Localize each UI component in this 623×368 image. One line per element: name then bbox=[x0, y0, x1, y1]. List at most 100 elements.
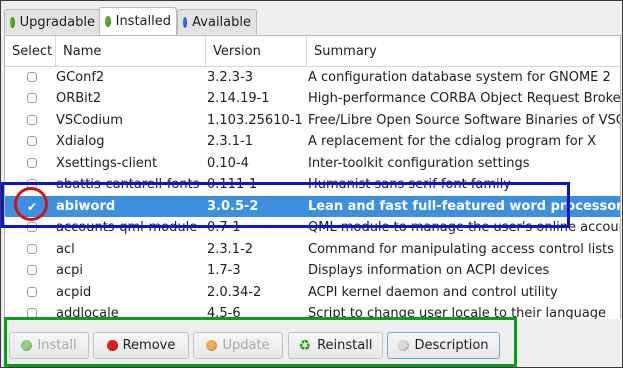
table-row[interactable]: addlocale 4.5-6 Script to change user loca… bbox=[5, 303, 620, 320]
package-name: abattis-cantarell-fonts bbox=[56, 177, 200, 192]
checkmark-icon[interactable]: ✔ bbox=[27, 201, 37, 213]
column-header-version[interactable]: Version bbox=[206, 36, 307, 66]
package-version: 1.7-3 bbox=[207, 263, 241, 278]
table-row[interactable]: ORBit2 2.14.19-1 High-performance CORBA Ob… bbox=[5, 88, 620, 110]
package-summary: Displays information on ACPI devices bbox=[308, 263, 550, 278]
select-cell bbox=[5, 239, 55, 261]
package-summary: A replacement for the cdialog program fo… bbox=[308, 134, 597, 149]
package-name: VSCodium bbox=[56, 112, 123, 128]
orange-dot-icon bbox=[206, 340, 218, 351]
update-label: Update bbox=[222, 338, 270, 353]
table-header: Select Name Version Summary bbox=[5, 36, 620, 67]
package-summary: Humanist sans serif font family bbox=[308, 177, 511, 192]
package-summary: High-performance CORBA Object Request Br… bbox=[308, 91, 620, 106]
green-dot-icon bbox=[21, 340, 33, 351]
tab-upgradable[interactable]: Upgradable bbox=[4, 9, 101, 34]
select-cell bbox=[5, 174, 55, 196]
table-row[interactable]: acpi 1.7-3 Displays information on ACPI de… bbox=[5, 260, 620, 282]
reinstall-button[interactable]: ♻ Reinstall bbox=[288, 332, 383, 359]
checkbox[interactable] bbox=[27, 243, 37, 254]
table-row[interactable]: acpid 2.0.34-2 ACPI kernel daemon and cont… bbox=[5, 282, 620, 304]
column-header-select[interactable]: Select bbox=[5, 36, 56, 66]
remove-label: Remove bbox=[122, 338, 176, 353]
package-version: 2.3.1-1 bbox=[207, 134, 254, 149]
package-name: GConf2 bbox=[56, 69, 105, 85]
select-cell bbox=[5, 282, 55, 304]
checkbox[interactable] bbox=[27, 179, 37, 189]
action-bar: Install Remove Update ♻ Reinstall Descri… bbox=[1, 319, 622, 367]
package-name: accounts-qml-module bbox=[56, 220, 198, 235]
package-name: addlocale bbox=[56, 306, 119, 320]
package-version: 2.0.34-2 bbox=[207, 284, 262, 300]
green-dot-icon bbox=[10, 16, 15, 28]
package-version: 2.3.1-2 bbox=[207, 241, 254, 257]
column-header-name[interactable]: Name bbox=[56, 36, 206, 66]
table-row[interactable]: abattis-cantarell-fonts 0.111-1 Humanist s… bbox=[5, 174, 620, 196]
package-version: 0.111-1 bbox=[207, 177, 258, 192]
gray-dot-icon bbox=[398, 340, 410, 351]
package-name: Xdialog bbox=[56, 134, 105, 149]
checkbox[interactable] bbox=[27, 93, 37, 103]
package-version: 3.2.3-3 bbox=[207, 69, 254, 85]
tab-bar: Upgradable Installed Available bbox=[1, 1, 622, 37]
checkbox[interactable] bbox=[27, 114, 37, 125]
package-summary: Free/Libre Open Source Software Binaries… bbox=[308, 112, 620, 128]
package-version: 1.103.25610-1 bbox=[207, 112, 303, 128]
package-summary: Command for manipulating access control … bbox=[308, 241, 614, 257]
select-cell bbox=[5, 110, 55, 132]
tab-installed[interactable]: Installed bbox=[99, 7, 177, 35]
table-row[interactable]: Xdialog 2.3.1-1 A replacement for the cdia… bbox=[5, 131, 620, 153]
checkbox[interactable] bbox=[27, 265, 37, 275]
update-button[interactable]: Update bbox=[193, 332, 283, 359]
description-button[interactable]: Description bbox=[387, 332, 500, 359]
package-name: ORBit2 bbox=[56, 91, 102, 106]
table-row[interactable]: ✔ abiword 3.0.5-2 Lean and fast full-featur… bbox=[5, 195, 620, 218]
package-version: 0.10-4 bbox=[207, 155, 249, 171]
reinstall-label: Reinstall bbox=[317, 338, 373, 353]
checkbox[interactable] bbox=[27, 308, 37, 318]
checkbox[interactable] bbox=[27, 157, 37, 168]
table-row[interactable]: GConf2 3.2.3-3 A configuration database sy… bbox=[5, 67, 620, 89]
table-row[interactable]: Xsettings-client 0.10-4 Inter-toolkit conf… bbox=[5, 153, 620, 175]
package-name: acpid bbox=[56, 284, 92, 300]
package-summary: A configuration database system for GNOM… bbox=[308, 69, 611, 85]
table-row[interactable]: acl 2.3.1-2 Command for manipulating acces… bbox=[5, 239, 620, 261]
tab-label: Installed bbox=[115, 14, 171, 29]
package-version: 4.5-6 bbox=[207, 306, 241, 320]
package-version: 3.0.5-2 bbox=[207, 198, 259, 214]
recycle-icon: ♻ bbox=[298, 337, 312, 354]
package-name: acl bbox=[56, 241, 75, 257]
select-cell bbox=[5, 153, 55, 175]
package-summary: QML module to manage the user's online a… bbox=[308, 220, 620, 235]
description-label: Description bbox=[414, 338, 489, 353]
select-cell bbox=[5, 303, 55, 319]
package-summary: Inter-toolkit configuration settings bbox=[308, 155, 530, 171]
package-summary: Script to change user locale to their la… bbox=[308, 306, 607, 320]
select-cell bbox=[5, 131, 55, 153]
package-version: 0.7-1 bbox=[207, 220, 241, 235]
package-manager-window: Upgradable Installed Available Select Na… bbox=[0, 0, 623, 368]
checkbox[interactable] bbox=[27, 136, 37, 146]
checkbox[interactable] bbox=[27, 222, 37, 232]
select-cell bbox=[5, 217, 55, 239]
blue-dot-icon bbox=[183, 16, 188, 28]
tab-available[interactable]: Available bbox=[177, 9, 257, 34]
select-cell bbox=[5, 88, 55, 110]
select-cell bbox=[5, 67, 55, 89]
table-row[interactable]: VSCodium 1.103.25610-1 Free/Libre Open Sou… bbox=[5, 110, 620, 132]
install-label: Install bbox=[37, 338, 77, 353]
select-cell bbox=[5, 260, 55, 282]
red-dot-icon bbox=[106, 340, 118, 351]
select-cell: ✔ bbox=[5, 196, 55, 218]
green-dot-icon bbox=[105, 16, 111, 27]
package-summary: ACPI kernel daemon and control utility bbox=[308, 284, 558, 300]
table-row[interactable]: accounts-qml-module 0.7-1 QML module to ma… bbox=[5, 217, 620, 239]
package-summary: Lean and fast full-featured word process… bbox=[308, 198, 620, 214]
package-table[interactable]: Select Name Version Summary GConf2 3.2.3-… bbox=[4, 35, 621, 320]
install-button[interactable]: Install bbox=[9, 332, 89, 359]
tab-label: Upgradable bbox=[19, 14, 95, 30]
checkbox[interactable] bbox=[27, 71, 37, 82]
checkbox[interactable] bbox=[27, 286, 37, 297]
column-header-summary[interactable]: Summary bbox=[307, 36, 620, 66]
remove-button[interactable]: Remove bbox=[93, 332, 189, 359]
